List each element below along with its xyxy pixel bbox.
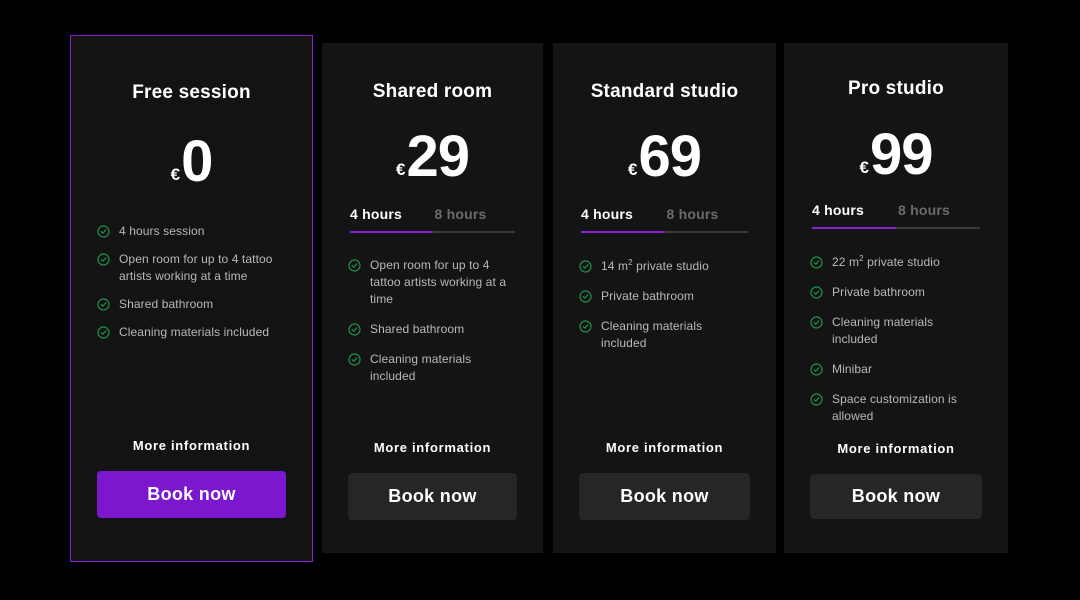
tab-standard-studio-8-hours[interactable]: 8 hours xyxy=(664,206,748,233)
feature-label: Private bathroom xyxy=(601,289,694,303)
pricing-card-standard-studio[interactable]: Standard studio €69 4 hours 8 hours 14 m2 pr… xyxy=(553,43,776,553)
more-information-link[interactable]: More information xyxy=(810,441,982,456)
check-circle-icon xyxy=(579,320,592,333)
pricing-card-free-session[interactable]: Free session €0 4 hours session Open room f… xyxy=(70,35,313,562)
currency-symbol: € xyxy=(628,160,638,179)
price-row: €99 xyxy=(784,126,1008,184)
price-amount: 0 xyxy=(181,129,213,194)
book-now-button-shared-room[interactable]: Book now xyxy=(348,473,517,520)
check-circle-icon xyxy=(810,393,823,406)
price-row: €69 xyxy=(553,128,776,186)
currency-symbol: € xyxy=(859,158,869,177)
duration-tabs: 4 hours 8 hours xyxy=(812,202,980,229)
pricing-card-pro-studio[interactable]: Pro studio €99 4 hours 8 hours 22 m2 private… xyxy=(784,43,1008,553)
book-now-button-standard-studio[interactable]: Book now xyxy=(579,473,750,520)
card-footer: More information Book now xyxy=(784,441,1008,553)
feature-label: 14 m2 private studio xyxy=(601,258,709,274)
feature-list: Open room for up to 4 tattoo artists wor… xyxy=(322,257,543,398)
card-footer: More information Book now xyxy=(71,438,312,561)
price-amount: 29 xyxy=(406,124,470,189)
feature-label: Private bathroom xyxy=(832,285,925,299)
feature-item: Private bathroom xyxy=(810,284,982,301)
check-circle-icon xyxy=(97,225,110,238)
check-circle-icon xyxy=(810,256,823,269)
feature-item: Space customization is allowed xyxy=(810,391,982,425)
check-circle-icon xyxy=(579,260,592,273)
feature-label: Shared bathroom xyxy=(119,297,214,311)
feature-item: Shared bathroom xyxy=(97,296,288,313)
check-circle-icon xyxy=(97,253,110,266)
tab-shared-room-8-hours[interactable]: 8 hours xyxy=(432,206,515,233)
check-circle-icon xyxy=(97,326,110,339)
pricing-card-shared-room[interactable]: Shared room €29 4 hours 8 hours Open room fo… xyxy=(322,43,543,553)
feature-item: 14 m2 private studio xyxy=(579,258,750,275)
card-footer: More information Book now xyxy=(322,440,543,553)
plan-title: Free session xyxy=(132,82,251,103)
tab-shared-room-4-hours[interactable]: 4 hours xyxy=(350,206,433,233)
book-now-button-free-session[interactable]: Book now xyxy=(97,471,286,518)
check-circle-icon xyxy=(810,286,823,299)
plan-title: Pro studio xyxy=(848,78,944,99)
more-information-link[interactable]: More information xyxy=(348,440,517,455)
price-row: €29 xyxy=(322,128,543,186)
duration-tabs: 4 hours 8 hours xyxy=(350,206,515,233)
check-circle-icon xyxy=(810,363,823,376)
currency-symbol: € xyxy=(170,165,181,184)
feature-item: 4 hours session xyxy=(97,223,288,240)
feature-label: Cleaning materials included xyxy=(370,352,472,383)
feature-item: Open room for up to 4 tattoo artists wor… xyxy=(97,251,288,285)
feature-label: Cleaning materials included xyxy=(119,325,270,339)
feature-item: Cleaning materials included xyxy=(579,318,750,352)
price-amount: 99 xyxy=(869,122,934,187)
feature-list: 14 m2 private studio Private bathroom Clea… xyxy=(553,258,776,365)
book-now-button-pro-studio[interactable]: Book now xyxy=(810,474,982,519)
tab-standard-studio-4-hours[interactable]: 4 hours xyxy=(581,206,665,233)
check-circle-icon xyxy=(348,323,361,336)
tab-pro-studio-4-hours[interactable]: 4 hours xyxy=(812,202,896,229)
feature-item: Minibar xyxy=(810,361,982,378)
price-row: €0 xyxy=(71,133,312,191)
feature-label: 4 hours session xyxy=(119,224,205,238)
feature-item: Open room for up to 4 tattoo artists wor… xyxy=(348,257,517,308)
feature-label: Cleaning materials included xyxy=(832,315,934,346)
check-circle-icon xyxy=(348,353,361,366)
card-footer: More information Book now xyxy=(553,440,776,553)
check-circle-icon xyxy=(810,316,823,329)
feature-list: 4 hours session Open room for up to 4 tat… xyxy=(71,223,312,352)
check-circle-icon xyxy=(579,290,592,303)
check-circle-icon xyxy=(97,298,110,311)
feature-label: 22 m2 private studio xyxy=(832,254,940,270)
feature-item: Cleaning materials included xyxy=(97,324,288,341)
feature-item: Private bathroom xyxy=(579,288,750,305)
feature-label: Cleaning materials included xyxy=(601,319,703,350)
feature-label: Open room for up to 4 tattoo artists wor… xyxy=(370,258,507,306)
price-amount: 69 xyxy=(638,124,702,189)
check-circle-icon xyxy=(348,259,361,272)
feature-item: Cleaning materials included xyxy=(348,351,517,385)
feature-item: Shared bathroom xyxy=(348,321,517,338)
feature-label: Open room for up to 4 tattoo artists wor… xyxy=(119,252,273,283)
plan-title: Standard studio xyxy=(590,81,739,102)
more-information-link[interactable]: More information xyxy=(97,438,286,453)
feature-list: 22 m2 private studio Private bathroom Clea… xyxy=(784,254,1008,438)
feature-label: Space customization is allowed xyxy=(832,392,957,423)
pricing-page: Free session €0 4 hours session Open room f… xyxy=(0,0,1080,600)
duration-tabs: 4 hours 8 hours xyxy=(581,206,748,233)
currency-symbol: € xyxy=(396,160,406,179)
feature-label: Minibar xyxy=(832,362,873,376)
tab-pro-studio-8-hours[interactable]: 8 hours xyxy=(896,202,980,229)
feature-item: 22 m2 private studio xyxy=(810,254,982,271)
feature-label: Shared bathroom xyxy=(370,322,465,336)
more-information-link[interactable]: More information xyxy=(579,440,750,455)
feature-item: Cleaning materials included xyxy=(810,314,982,348)
plan-title: Shared room xyxy=(372,81,493,102)
